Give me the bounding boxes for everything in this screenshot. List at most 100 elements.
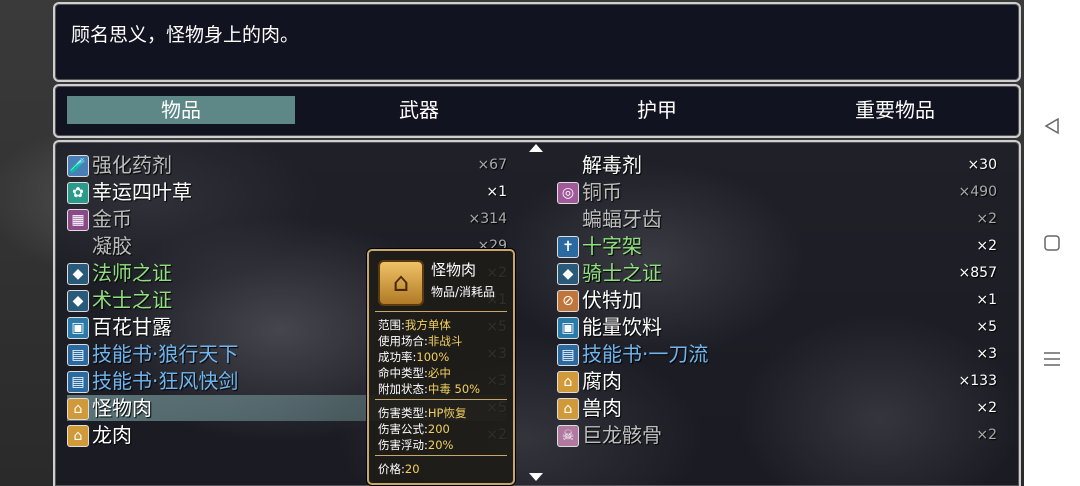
scroll-up-arrow-icon[interactable] <box>529 144 543 152</box>
item-row[interactable]: ☠ 巨龙骸骨 ×2 <box>557 422 997 448</box>
meat-icon: ⌂ <box>557 371 579 393</box>
skill-book-icon: ▤ <box>557 344 579 366</box>
item-name: 巨龙骸骨 <box>582 423 662 447</box>
back-icon[interactable] <box>1040 114 1064 138</box>
tooltip-price: 价格:20 <box>378 462 420 476</box>
tooltip-stat-line: 命中类型:必中 <box>378 366 451 380</box>
item-count: ×490 <box>958 184 997 200</box>
item-row[interactable]: ⌂ 兽肉 ×2 <box>557 395 997 421</box>
bottle-icon: ⊘ <box>557 290 579 312</box>
item-row[interactable]: 🧪 强化药剂 ×67 <box>67 152 507 178</box>
item-count: ×3 <box>976 346 997 362</box>
item-name: 骑士之证 <box>582 261 662 285</box>
item-name: 铜币 <box>582 180 622 204</box>
item-tooltip: ⌂ 怪物肉 物品/消耗品 范围:我方单体 使用场合:非战斗 成功率:100% 命中类型… <box>367 249 515 485</box>
clover-icon: ✿ <box>67 182 89 204</box>
item-name: 金币 <box>92 207 132 231</box>
copper-coin-icon: ◎ <box>557 182 579 204</box>
item-name: 法师之证 <box>92 261 172 285</box>
item-row[interactable]: ◎ 铜币 ×490 <box>557 179 997 205</box>
tooltip-stat-line: 附加状态:中毒 50% <box>378 382 481 396</box>
tooltip-item-type: 物品/消耗品 <box>431 285 496 299</box>
category-tab-bar: 物品 武器 护甲 重要物品 <box>53 84 1021 138</box>
item-count: ×30 <box>967 157 997 173</box>
item-name: 技能书·狂风快剑 <box>92 369 239 393</box>
tooltip-stat-line: 伤害浮动:20% <box>378 438 454 452</box>
item-name: 解毒剂 <box>582 153 642 177</box>
skill-book-icon: ▤ <box>67 371 89 393</box>
item-count: ×1 <box>976 292 997 308</box>
cross-icon: ✝ <box>557 236 579 258</box>
item-name: 能量饮料 <box>582 315 662 339</box>
meat-icon: ⌂ <box>67 425 89 447</box>
item-count: ×2 <box>976 238 997 254</box>
tooltip-stat-line: 使用场合:非战斗 <box>378 334 463 348</box>
item-row[interactable]: ⊘ 伏特加 ×1 <box>557 287 997 313</box>
item-row[interactable]: ▦ 金币 ×314 <box>67 206 507 232</box>
item-row[interactable]: ✝ 十字架 ×2 <box>557 233 997 259</box>
tooltip-stat-line: 伤害类型:HP恢复 <box>378 406 467 420</box>
item-count: ×857 <box>958 265 997 281</box>
item-count: ×5 <box>976 319 997 335</box>
item-name: 术士之证 <box>92 288 172 312</box>
item-count: ×133 <box>958 373 997 389</box>
warlock-badge-icon: ◆ <box>67 290 89 312</box>
item-name: 技能书·一刀流 <box>582 342 709 366</box>
item-row[interactable]: 解毒剂 ×30 <box>557 152 997 178</box>
item-row[interactable]: ✿ 幸运四叶草 ×1 <box>67 179 507 205</box>
item-row[interactable]: ⌂ 腐肉 ×133 <box>557 368 997 394</box>
item-name: 强化药剂 <box>92 153 172 177</box>
potion-icon: 🧪 <box>67 155 89 177</box>
item-name: 技能书·狼行天下 <box>92 342 239 366</box>
help-window: 顾名思义，怪物身上的肉。 <box>53 2 1021 82</box>
item-description: 顾名思义，怪物身上的肉。 <box>71 24 300 46</box>
system-nav-bar <box>1024 0 1080 486</box>
item-name: 腐肉 <box>582 369 622 393</box>
item-name: 十字架 <box>582 234 642 258</box>
item-list-window: 🧪强化药剂×67✿幸运四叶草×1▦金币×314凝胶×29◆法师之证×2◆术士之证… <box>53 140 1021 486</box>
knight-badge-icon: ◆ <box>557 263 579 285</box>
tooltip-divider <box>375 455 507 456</box>
tooltip-stat-line: 伤害公式:200 <box>378 422 450 436</box>
tooltip-item-name: 怪物肉 <box>431 261 477 279</box>
energy-drink-icon: ▣ <box>557 317 579 339</box>
item-name: 伏特加 <box>582 288 642 312</box>
tooltip-divider <box>375 311 507 312</box>
item-name: 百花甘露 <box>92 315 172 339</box>
item-name: 凝胶 <box>92 234 132 258</box>
menu-icon[interactable] <box>1040 347 1064 371</box>
item-count: ×2 <box>976 427 997 443</box>
item-count: ×2 <box>976 211 997 227</box>
item-name: 幸运四叶草 <box>92 180 192 204</box>
tab-weapons[interactable]: 武器 <box>305 96 533 124</box>
item-count: ×314 <box>468 211 507 227</box>
meat-icon: ⌂ <box>67 398 89 420</box>
item-name: 兽肉 <box>582 396 622 420</box>
item-name: 怪物肉 <box>92 396 152 420</box>
item-row[interactable]: ◆ 骑士之证 ×857 <box>557 260 997 286</box>
home-icon[interactable] <box>1040 231 1064 255</box>
tab-key-items[interactable]: 重要物品 <box>781 96 1009 124</box>
tooltip-divider <box>375 399 507 400</box>
skill-book-icon: ▤ <box>67 344 89 366</box>
scroll-down-arrow-icon[interactable] <box>529 473 543 481</box>
item-count: ×2 <box>976 400 997 416</box>
meat-icon: ⌂ <box>557 398 579 420</box>
tooltip-stat-line: 范围:我方单体 <box>378 318 451 332</box>
tab-items[interactable]: 物品 <box>67 96 295 124</box>
dragon-bone-icon: ☠ <box>557 425 579 447</box>
game-screen: 顾名思义，怪物身上的肉。 物品 武器 护甲 重要物品 🧪 强化药剂 ×67 ✿ 幸运四叶… <box>0 0 1024 486</box>
item-name: 龙肉 <box>92 423 132 447</box>
item-count: ×1 <box>486 184 507 200</box>
tab-armor[interactable]: 护甲 <box>543 96 771 124</box>
mage-badge-icon: ◆ <box>67 263 89 285</box>
item-count: ×67 <box>477 157 507 173</box>
tooltip-stat-line: 成功率:100% <box>378 350 450 364</box>
item-row[interactable]: 蝙蝠牙齿 ×2 <box>557 206 997 232</box>
gold-coin-icon: ▦ <box>67 209 89 231</box>
nectar-jar-icon: ▣ <box>67 317 89 339</box>
meat-icon: ⌂ <box>378 260 424 306</box>
item-name: 蝙蝠牙齿 <box>582 207 662 231</box>
item-row[interactable]: ▣ 能量饮料 ×5 <box>557 314 997 340</box>
item-row[interactable]: ▤ 技能书·一刀流 ×3 <box>557 341 997 367</box>
